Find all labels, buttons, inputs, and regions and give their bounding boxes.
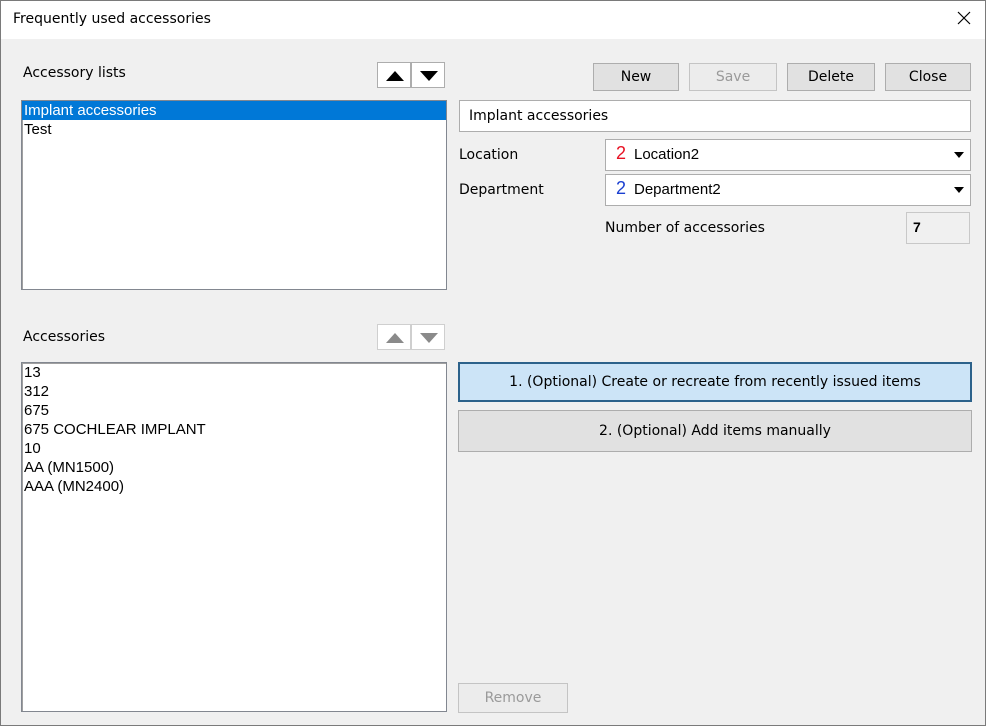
list-item[interactable]: 13 [22,363,446,382]
accessory-lists-list[interactable]: Implant accessories Test [21,100,447,290]
count-value: 7 [906,212,970,244]
list-item[interactable]: 312 [22,382,446,401]
list-item[interactable]: AA (MN1500) [22,458,446,477]
triangle-up-icon [386,333,404,343]
chevron-down-icon [954,152,964,158]
accessory-move-down-button[interactable] [411,324,445,350]
location-number: 2 [616,143,627,163]
chevron-down-icon [954,187,964,193]
add-manually-button[interactable]: 2. (Optional) Add items manually [458,410,972,452]
list-name-field[interactable]: Implant accessories [459,100,971,132]
accessories-list[interactable]: 13 312 675 675 COCHLEAR IMPLANT 10 AA (M… [21,362,447,712]
count-label: Number of accessories [605,220,765,236]
list-item[interactable]: Implant accessories [22,101,446,120]
new-button[interactable]: New [593,63,679,91]
location-value: Location2 [634,146,700,163]
department-label: Department [459,182,544,198]
triangle-down-icon [420,333,438,343]
move-up-button[interactable] [377,62,411,88]
department-number: 2 [616,178,627,198]
remove-button[interactable]: Remove [458,683,568,713]
location-label: Location [459,147,519,163]
close-button[interactable]: Close [885,63,971,91]
list-item[interactable]: 10 [22,439,446,458]
department-select[interactable]: 2 Department2 [605,174,971,206]
location-select[interactable]: 2 Location2 [605,139,971,171]
list-item[interactable]: 675 COCHLEAR IMPLANT [22,420,446,439]
dialog-window: Frequently used accessories Accessory li… [0,0,986,726]
close-window-icon[interactable] [949,7,979,33]
list-item[interactable]: Test [22,120,446,139]
department-value: Department2 [634,181,721,198]
list-item[interactable]: AAA (MN2400) [22,477,446,496]
window-title: Frequently used accessories [13,11,211,27]
list-item[interactable]: 675 [22,401,446,420]
triangle-down-icon [420,71,438,81]
create-from-recent-button[interactable]: 1. (Optional) Create or recreate from re… [458,362,972,402]
title-bar: Frequently used accessories [1,1,985,39]
accessory-move-up-button[interactable] [377,324,411,350]
accessories-label: Accessories [23,329,106,345]
save-button[interactable]: Save [689,63,777,91]
triangle-up-icon [386,71,404,81]
delete-button[interactable]: Delete [787,63,875,91]
accessory-lists-label: Accessory lists [23,65,126,81]
move-down-button[interactable] [411,62,445,88]
